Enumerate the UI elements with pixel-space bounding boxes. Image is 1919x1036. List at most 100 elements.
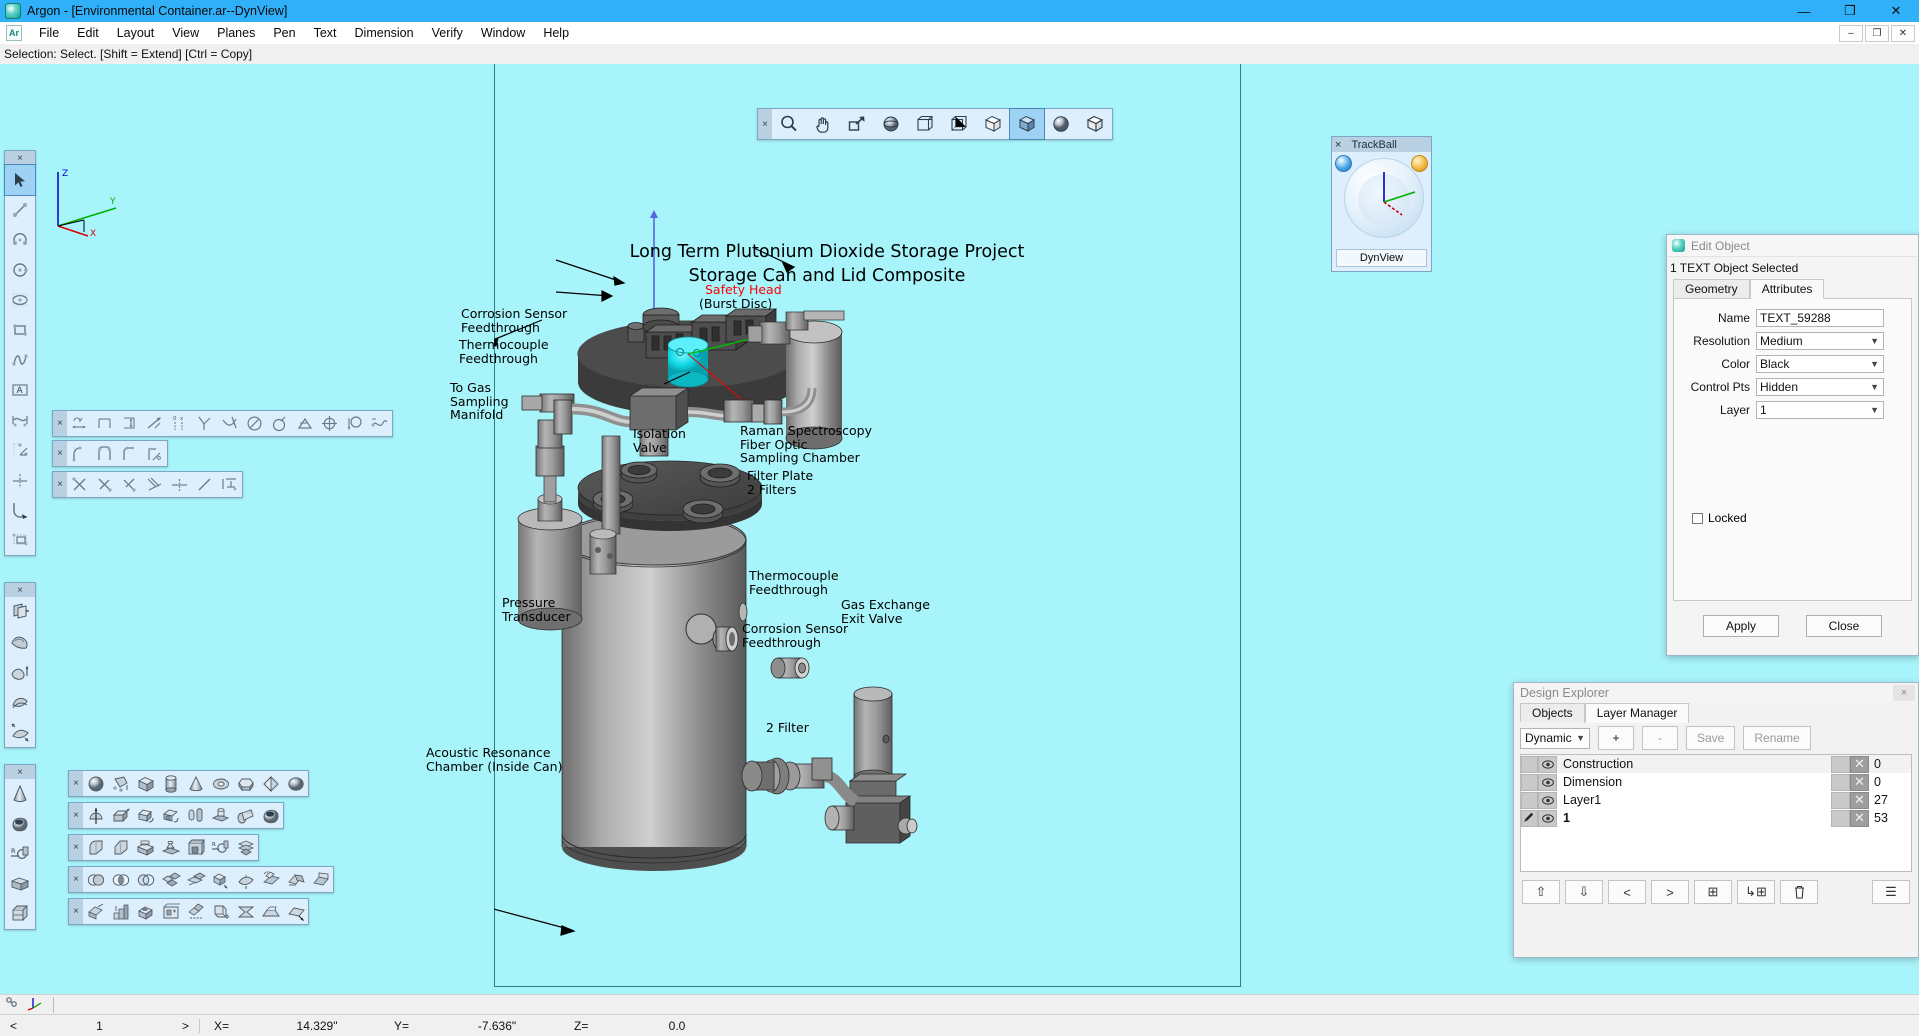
construction-line-tool-icon[interactable] <box>5 435 35 465</box>
chamfer-edge-tool-icon[interactable] <box>108 835 133 860</box>
torus-cut-tool-icon[interactable] <box>5 809 35 839</box>
menu-item-verify[interactable]: Verify <box>423 23 472 43</box>
dimension-toolbar-2[interactable]: × <box>52 440 168 467</box>
close-button[interactable]: ✕ <box>1873 0 1919 22</box>
page-navigator[interactable]: < 1 > <box>0 1018 200 1033</box>
shaded-cube-white-icon[interactable] <box>976 109 1010 139</box>
pencil-icon[interactable] <box>1521 809 1538 827</box>
layer-select[interactable]: 1 ▼ <box>1756 401 1884 419</box>
point-tool-icon[interactable] <box>5 465 35 495</box>
table-row[interactable]: Layer1 ✕ 27 <box>1521 791 1911 809</box>
table-row[interactable]: 1 ✕ 53 <box>1521 809 1911 827</box>
leader-tool-icon[interactable] <box>342 411 367 436</box>
locked-checkbox[interactable] <box>1692 512 1703 524</box>
trackball-ball-area[interactable] <box>1332 152 1431 247</box>
divide-tool-icon[interactable] <box>167 472 192 497</box>
save-layer-button[interactable]: Save <box>1686 726 1736 750</box>
tab-geometry[interactable]: Geometry <box>1673 279 1750 298</box>
dimension-toolbar-1-close[interactable]: × <box>53 411 67 436</box>
layer-color-swatch[interactable] <box>1831 791 1850 809</box>
layer-color-swatch[interactable] <box>1831 755 1850 773</box>
apply-button[interactable]: Apply <box>1703 615 1779 637</box>
pattern-tool-icon[interactable] <box>158 899 183 924</box>
move-left-button[interactable]: < <box>1608 880 1646 904</box>
surface-toolbar[interactable]: × <box>4 582 36 748</box>
wrap-tool-icon[interactable] <box>208 899 233 924</box>
arc-dimension-tool-icon[interactable] <box>217 411 242 436</box>
layer-edit-cell[interactable] <box>1521 791 1538 809</box>
cylinder-primitive-tool-icon[interactable] <box>158 771 183 796</box>
snap-icon[interactable] <box>5 995 21 1014</box>
pyramid-primitive-tool-icon[interactable] <box>258 771 283 796</box>
split-tool-icon[interactable] <box>233 835 258 860</box>
select-arrow-tool-icon[interactable] <box>4 164 36 196</box>
new-layer-button[interactable]: ⊞ <box>1694 880 1732 904</box>
radius-blend-tool-icon[interactable]: R <box>5 839 35 869</box>
rendered-sphere-icon[interactable] <box>1044 109 1078 139</box>
trackball-close-icon[interactable]: × <box>1335 139 1341 151</box>
axis-triad-icon[interactable] <box>27 995 43 1014</box>
chamfer-dimension-tool-icon[interactable] <box>292 411 317 436</box>
loft-solid-tool-icon[interactable] <box>183 803 208 828</box>
polygon-primitive-tool-icon[interactable] <box>108 771 133 796</box>
layer-pattern-swatch[interactable]: ✕ <box>1850 755 1869 773</box>
rename-layer-button[interactable]: Rename <box>1743 726 1811 750</box>
menu-item-planes[interactable]: Planes <box>208 23 264 43</box>
section-view-tool-icon[interactable] <box>83 899 108 924</box>
move-face-tool-icon[interactable] <box>208 867 233 892</box>
angular-dimension-tool-icon[interactable] <box>192 411 217 436</box>
layer-color-swatch[interactable] <box>1831 773 1850 791</box>
wireframe-cube-icon[interactable] <box>908 109 942 139</box>
shaded-edges-cube-icon[interactable] <box>1078 109 1112 139</box>
offset-face-tool-icon[interactable] <box>233 867 258 892</box>
move-up-button[interactable]: ⇧ <box>1522 880 1560 904</box>
pocket-tool-icon[interactable] <box>183 835 208 860</box>
zoom-window-icon[interactable] <box>840 109 874 139</box>
ordinate-dimension-tool-icon[interactable]: 0x <box>167 411 192 436</box>
box-primitive-tool-icon[interactable] <box>133 771 158 796</box>
design-explorer-close-icon[interactable]: × <box>1893 685 1915 701</box>
torus-primitive-tool-icon[interactable] <box>208 771 233 796</box>
solid-primitives-toolbar-close[interactable]: × <box>69 771 83 796</box>
move-right-button[interactable]: > <box>1651 880 1689 904</box>
hole-tool-icon[interactable] <box>133 899 158 924</box>
line-tool-icon[interactable] <box>5 195 35 225</box>
hidden-line-cube-icon[interactable] <box>942 109 976 139</box>
bend-tool-icon[interactable] <box>308 867 333 892</box>
insert-layer-button[interactable]: ↳⊞ <box>1737 880 1775 904</box>
shell-solid-tool-icon[interactable] <box>258 803 283 828</box>
layer-pattern-swatch[interactable]: ✕ <box>1850 809 1869 827</box>
layer-pattern-swatch[interactable]: ✕ <box>1850 773 1869 791</box>
layer-color-swatch[interactable] <box>1831 809 1850 827</box>
emboss-tool-icon[interactable] <box>208 803 233 828</box>
layer-list[interactable]: Construction ✕ 0 Dimension ✕ 0 Layer1 ✕ … <box>1520 754 1912 872</box>
break-tool-icon[interactable] <box>142 472 167 497</box>
union-boolean-tool-icon[interactable] <box>83 867 108 892</box>
layer-edit-cell[interactable] <box>1521 773 1538 791</box>
solid-modify-toolbar[interactable]: × R <box>68 834 259 861</box>
draw-toolbar-close[interactable]: × <box>5 151 35 165</box>
draft-angle-tool-icon[interactable]: R <box>208 835 233 860</box>
slice-tool-icon[interactable] <box>158 867 183 892</box>
design-explorer-panel[interactable]: Design Explorer × Objects Layer Manager … <box>1513 682 1919 958</box>
offset-line-tool-icon[interactable] <box>192 472 217 497</box>
menu-item-view[interactable]: View <box>163 23 208 43</box>
shaded-cube-icon[interactable] <box>1009 108 1045 140</box>
shell-tool-icon[interactable] <box>5 869 35 899</box>
corner-constraint-tool-icon[interactable] <box>92 441 117 466</box>
menu-item-file[interactable]: File <box>30 23 68 43</box>
zoom-icon[interactable] <box>772 109 806 139</box>
net-surface-tool-icon[interactable] <box>5 717 35 747</box>
mdi-restore-button[interactable]: ❐ <box>1865 24 1889 42</box>
text-tool-icon[interactable]: A <box>5 375 35 405</box>
dimension-toolbar-3-close[interactable]: × <box>53 472 67 497</box>
cone-primitive-tool-icon[interactable] <box>183 771 208 796</box>
arc-tool-icon[interactable] <box>5 225 35 255</box>
dimension-toolbar-3[interactable]: × <box>52 471 243 498</box>
table-row[interactable]: Dimension ✕ 0 <box>1521 773 1911 791</box>
eye-icon[interactable] <box>1538 809 1557 827</box>
radius-dimension-tool-icon[interactable] <box>267 411 292 436</box>
trackball-view-name[interactable]: DynView <box>1336 249 1427 267</box>
layer-edit-cell[interactable] <box>1521 755 1538 773</box>
center-mark-tool-icon[interactable] <box>317 411 342 436</box>
